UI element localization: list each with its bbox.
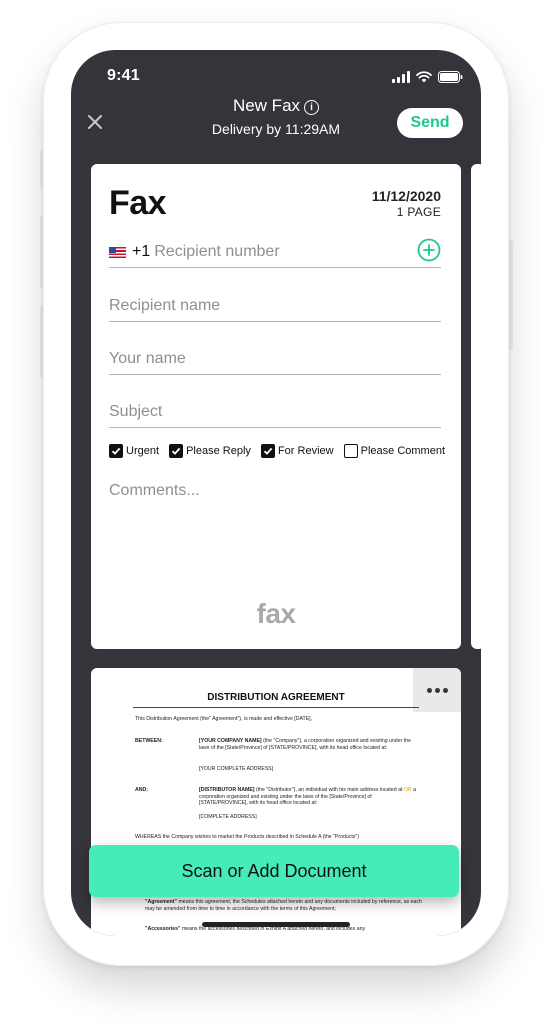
doc-distributor-address: [COMPLETE ADDRESS] (199, 814, 257, 820)
doc-agreement-term: "Agreement" (145, 899, 178, 905)
doc-company-address: [YOUR COMPLETE ADDRESS] (199, 766, 274, 772)
home-indicator[interactable] (202, 922, 350, 927)
checkbox-checked-icon (260, 444, 275, 458)
checkbox-please-reply[interactable]: Please Reply (169, 444, 251, 458)
doc-whereas: WHEREAS the Company wishes to market the… (135, 834, 359, 840)
cellular-signal-icon (392, 71, 410, 83)
phone-screen: 9:41 New Fax i Delivery by 11:29AM Send … (71, 50, 481, 936)
document-divider (133, 707, 419, 708)
status-icons (392, 69, 463, 83)
wifi-icon (416, 71, 432, 83)
checkbox-label: Please Comment (360, 445, 445, 457)
fax-cover-card: Fax 11/12/2020 1 PAGE +1 Recipient numbe… (91, 164, 461, 649)
checkbox-label: Urgent (126, 445, 160, 457)
cover-heading: Fax (109, 184, 167, 222)
doc-between-text: [YOUR COMPANY NAME] (the "Company"), a c… (199, 738, 417, 751)
recipient-name-field[interactable]: Recipient name (109, 288, 441, 322)
us-flag-icon[interactable] (109, 247, 126, 258)
doc-or-highlight: OR (403, 787, 412, 793)
subject-placeholder: Subject (109, 403, 163, 420)
doc-distributor-name: [DISTRIBUTOR NAME] (199, 787, 255, 793)
doc-and-label-text: AND: (135, 787, 148, 793)
doc-and-body-1: (the "Distributor"), an individual with … (255, 787, 403, 793)
scan-or-add-document-button[interactable]: Scan or Add Document (89, 845, 459, 897)
doc-company-name: [YOUR COMPANY NAME] (199, 738, 262, 744)
recipient-number-placeholder: Recipient number (154, 243, 280, 260)
doc-intro: This Distribution Agreement (the" Agreem… (135, 716, 313, 722)
checkbox-please-comment[interactable]: Please Comment (343, 444, 445, 458)
checkbox-unchecked-icon (343, 444, 358, 458)
recipient-number-field[interactable]: +1 Recipient number (109, 234, 441, 268)
document-more-button[interactable] (413, 668, 461, 712)
country-code[interactable]: +1 (132, 243, 150, 261)
doc-and-label: AND: (135, 787, 148, 794)
add-recipient-button[interactable] (417, 238, 441, 262)
next-page-card-peek[interactable] (471, 164, 481, 649)
your-name-placeholder: Your name (109, 350, 186, 367)
doc-between-label: BETWEEN: (135, 738, 163, 745)
comments-input[interactable]: Comments... (109, 482, 200, 500)
checkbox-urgent[interactable]: Urgent (109, 444, 159, 458)
page-count: 1 PAGE (396, 205, 441, 219)
your-name-field[interactable]: Your name (109, 341, 441, 375)
checkbox-checked-icon (109, 444, 123, 458)
status-time: 9:41 (107, 67, 140, 84)
battery-icon (438, 71, 463, 83)
doc-between-label-text: BETWEEN: (135, 738, 163, 744)
info-icon[interactable]: i (304, 100, 320, 115)
checkbox-checked-icon (169, 444, 184, 458)
checkbox-label: Please Reply (186, 445, 251, 457)
page-title-text: New Fax (232, 96, 301, 115)
doc-and-text: [DISTRIBUTOR NAME] (the "Distributor"), … (199, 787, 417, 807)
checkbox-label: For Review (277, 445, 334, 457)
cover-checkboxes: Urgent Please Reply For Review Please Co… (109, 444, 445, 458)
recipient-name-placeholder: Recipient name (109, 297, 221, 314)
document-title: DISTRIBUTION AGREEMENT (207, 692, 345, 703)
fax-logo: fax (256, 598, 296, 629)
doc-agreement-definition: "Agreement" means this agreement, the Sc… (145, 899, 425, 912)
checkbox-for-review[interactable]: For Review (260, 444, 334, 458)
subject-field[interactable]: Subject (109, 394, 441, 428)
send-button[interactable]: Send (397, 108, 463, 138)
cover-date: 11/12/2020 (371, 188, 441, 204)
doc-accessories-term: "Accessories" (145, 926, 181, 932)
plus-circle-icon (417, 238, 441, 262)
doc-agreement-def: means this agreement, the Schedules atta… (145, 899, 422, 912)
